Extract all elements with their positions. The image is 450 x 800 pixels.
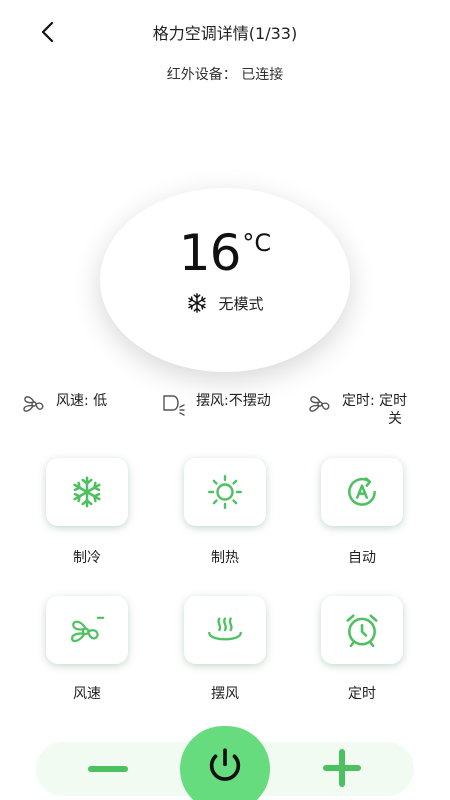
timer-text-line2: 关 <box>388 411 402 427</box>
temperature-down-button[interactable] <box>86 752 130 786</box>
minus-icon <box>88 766 128 772</box>
timer-text-line1: 定时: 定时 <box>342 393 408 409</box>
alarm-clock-icon <box>346 614 378 648</box>
cool-button-label: 制冷 <box>73 550 101 566</box>
timer-button[interactable] <box>321 596 403 664</box>
auto-button-label: 自动 <box>348 550 376 566</box>
heat-button[interactable] <box>184 458 266 526</box>
timer-status: 定时: 定时 关 <box>306 392 407 428</box>
temperature-display: 16 °C 无模式 <box>100 188 350 372</box>
snowflake-icon <box>188 293 207 313</box>
timer-button-label: 定时 <box>348 686 376 702</box>
fan-icon <box>309 396 330 412</box>
temperature-value: 16 <box>178 224 242 282</box>
fan-icon <box>23 396 44 412</box>
temperature-unit: °C <box>242 229 272 257</box>
fan-speed-button-label: 风速 <box>73 686 101 702</box>
plus-icon <box>323 749 361 787</box>
auto-icon <box>348 477 376 506</box>
temperature-up-button[interactable] <box>320 746 364 790</box>
temperature-row: 16 °C <box>100 226 350 280</box>
power-icon <box>209 748 241 781</box>
swing-status: 摆风:不摆动 <box>160 392 271 416</box>
swing-text: 摆风:不摆动 <box>196 393 271 409</box>
fan-icon <box>70 616 105 643</box>
swing-button-label: 摆风 <box>211 686 239 702</box>
heat-button-label: 制热 <box>211 550 239 566</box>
fan-speed-button[interactable] <box>46 596 128 664</box>
auto-button[interactable] <box>321 458 403 526</box>
mode-text: 无模式 <box>218 294 264 313</box>
snowflake-icon <box>73 476 101 508</box>
page-title: 格力空调详情(1/33) <box>152 24 298 43</box>
mode-row: 无模式 <box>100 292 350 314</box>
swing-icon <box>163 395 185 416</box>
cool-button[interactable] <box>46 458 128 526</box>
swing-icon <box>208 617 242 641</box>
connection-status: 红外设备： 已连接 <box>166 67 284 83</box>
power-button[interactable] <box>180 726 270 800</box>
swing-button[interactable] <box>184 596 266 664</box>
header: 格力空调详情(1/33) <box>0 0 450 60</box>
timer-text: 定时: 定时 关 <box>342 392 407 428</box>
fan-speed-text: 风速: 低 <box>56 393 108 409</box>
sun-icon <box>208 475 242 509</box>
fan-speed-status: 风速: 低 <box>20 392 107 416</box>
